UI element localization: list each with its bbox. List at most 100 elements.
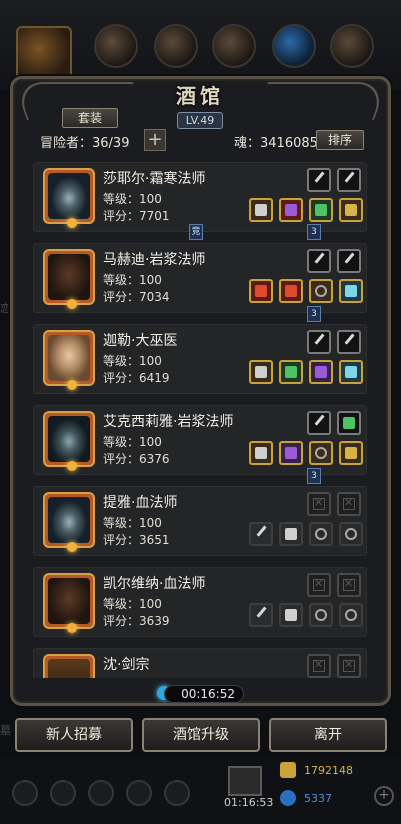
footer-slot-5[interactable] [164, 780, 190, 806]
armor-icon [285, 366, 297, 378]
hero-card-3[interactable]: 迦勒·大巫医 等级：100 评分：6419 [33, 324, 367, 394]
top-item-slot-2[interactable] [94, 24, 138, 68]
orb-icon [345, 366, 357, 378]
weapon-slot[interactable] [307, 411, 332, 435]
page-title: 酒馆 [176, 84, 224, 108]
top-item-slot-1[interactable] [16, 26, 72, 82]
empty-slot-icon [313, 658, 325, 672]
gear-slot[interactable] [339, 441, 363, 465]
ring-icon [345, 528, 357, 540]
empty-weapon-slot[interactable] [337, 492, 361, 516]
top-item-slot-3[interactable] [154, 24, 198, 68]
footer-slot-3[interactable] [88, 780, 114, 806]
gear-slot[interactable] [309, 198, 333, 222]
empty-gear-slot[interactable] [309, 603, 333, 627]
top-item-slot-4[interactable] [212, 24, 256, 68]
star-icon [67, 461, 77, 471]
armor-icon [285, 447, 297, 459]
gear-slot[interactable] [309, 360, 333, 384]
empty-gear-slot[interactable] [309, 522, 333, 546]
add-slot-button[interactable]: + [144, 129, 166, 151]
empty-slot-icon [343, 658, 355, 672]
weapon-slot[interactable] [337, 168, 362, 192]
hero-name: 艾克西莉雅·岩浆法师 [103, 414, 234, 430]
hero-name: 凯尔维纳·血法师 [103, 576, 206, 592]
add-currency-button[interactable]: + [374, 786, 394, 806]
empty-weapon-slot[interactable] [307, 492, 331, 516]
footer-slot-4[interactable] [126, 780, 152, 806]
gear-slot[interactable] [279, 198, 303, 222]
hero-card-1[interactable]: 莎耶尔·霜寒法师 等级：100 评分：7701 [33, 162, 367, 232]
hero-avatar [43, 168, 95, 228]
staff-icon [255, 204, 267, 216]
hero-name: 莎耶尔·霜寒法师 [103, 171, 206, 187]
gear-slot[interactable] [279, 279, 303, 303]
empty-gear-slot[interactable] [249, 603, 274, 627]
hero-score: 评分：3639 [103, 614, 170, 628]
empty-gear-slot[interactable] [339, 603, 363, 627]
gold-icon [280, 762, 296, 778]
sword-icon [314, 414, 332, 432]
gear-slot[interactable] [249, 360, 273, 384]
gear-slot[interactable] [339, 198, 363, 222]
ring-icon [315, 366, 327, 378]
gear-slot[interactable] [279, 441, 303, 465]
star-icon [67, 542, 77, 552]
hero-level: 等级：100 [103, 192, 162, 206]
star-icon [67, 380, 77, 390]
weapon-slot[interactable] [337, 411, 361, 435]
empty-gear-slot[interactable] [339, 522, 363, 546]
hero-card-5[interactable]: 提雅·血法师 等级：100 评分：3651 [33, 486, 367, 556]
empty-weapon-slot[interactable] [307, 573, 331, 597]
hero-card-6[interactable]: 凯尔维纳·血法师 等级：100 评分：3639 [33, 567, 367, 637]
hero-avatar [43, 330, 95, 390]
gear-slot[interactable] [339, 360, 363, 384]
hero-card-4[interactable]: 艾克西莉雅·岩浆法师 等级：100 评分：6376 [33, 405, 367, 475]
ring-icon [315, 528, 327, 540]
hero-portrait [48, 497, 90, 543]
star-icon [67, 623, 77, 633]
gear-slot[interactable] [309, 279, 333, 303]
footer-slot-1[interactable] [12, 780, 38, 806]
star-icon [67, 218, 77, 228]
footer-slot-2[interactable] [50, 780, 76, 806]
weapon-slot[interactable] [307, 249, 332, 273]
sword-icon [344, 252, 362, 270]
weapon-slot[interactable] [307, 330, 332, 354]
empty-gear-slot[interactable] [279, 522, 303, 546]
weapon-slot[interactable] [307, 168, 332, 192]
gear-slot[interactable] [249, 279, 273, 303]
set-button[interactable]: 套装 [62, 108, 118, 128]
sword-icon [314, 252, 332, 270]
empty-gear-slot[interactable] [279, 603, 303, 627]
armor-icon [285, 204, 297, 216]
gear-slot[interactable] [309, 441, 333, 465]
sort-button[interactable]: 排序 [316, 130, 364, 150]
gear-slot[interactable] [339, 279, 363, 303]
top-item-slot-5[interactable] [272, 24, 316, 68]
top-item-slot-6[interactable] [330, 24, 374, 68]
hero-card-7[interactable]: 沈·剑宗 [33, 648, 367, 678]
empty-gear-slot[interactable] [249, 522, 274, 546]
leave-button[interactable]: 离开 [269, 718, 387, 752]
empty-weapon-slot[interactable] [307, 654, 331, 678]
hero-portrait [48, 173, 90, 219]
upgrade-tavern-button[interactable]: 酒馆升级 [142, 718, 260, 752]
hero-avatar [43, 492, 95, 552]
gem-icon [315, 204, 327, 216]
armor-icon [285, 609, 297, 621]
gift-box-icon[interactable] [228, 766, 262, 796]
gear-slot[interactable] [249, 441, 273, 465]
weapon-slot[interactable] [337, 249, 362, 273]
hero-name: 迦勒·大巫医 [103, 333, 178, 349]
gear-slot[interactable] [279, 360, 303, 384]
weapon-slot[interactable] [337, 330, 362, 354]
gold-amount: 1792148 [304, 764, 353, 777]
adventurer-count: 冒险者：36/39 [40, 136, 130, 151]
empty-weapon-slot[interactable] [337, 573, 361, 597]
hero-portrait [48, 578, 90, 624]
empty-weapon-slot[interactable] [337, 654, 361, 678]
hero-card-2[interactable]: 马赫迪·岩浆法师 等级：100 评分：7034 [33, 243, 367, 313]
recruit-button[interactable]: 新人招募 [15, 718, 133, 752]
gear-slot[interactable] [249, 198, 273, 222]
